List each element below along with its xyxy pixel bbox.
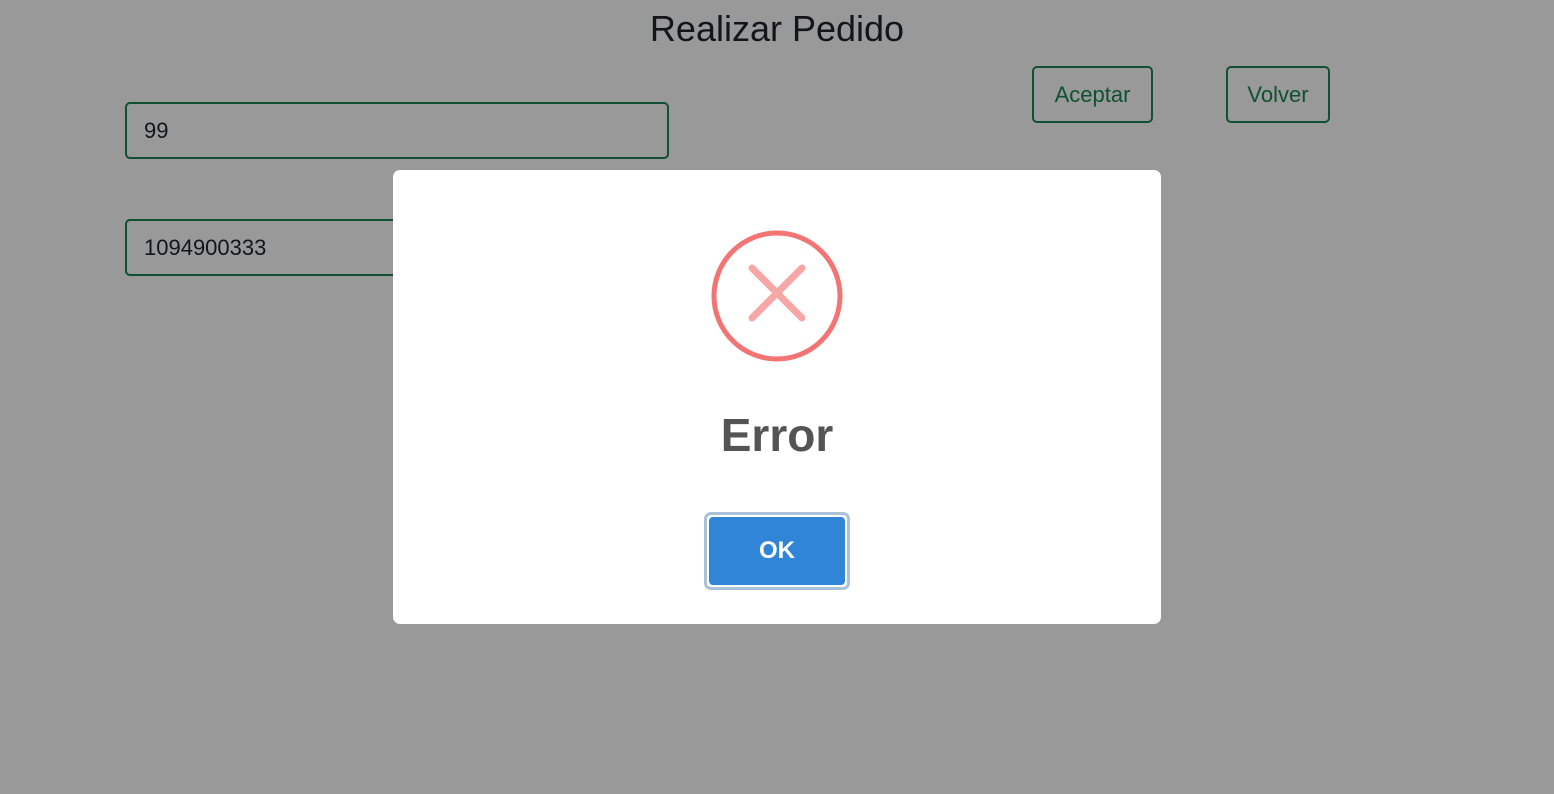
error-x-icon — [711, 230, 843, 362]
ok-button-focus-ring: OK — [704, 512, 850, 590]
ok-button[interactable]: OK — [709, 517, 845, 585]
error-dialog: Error OK — [393, 170, 1161, 624]
dialog-title: Error — [720, 409, 834, 461]
modal-backdrop[interactable]: Error OK — [0, 0, 1554, 794]
